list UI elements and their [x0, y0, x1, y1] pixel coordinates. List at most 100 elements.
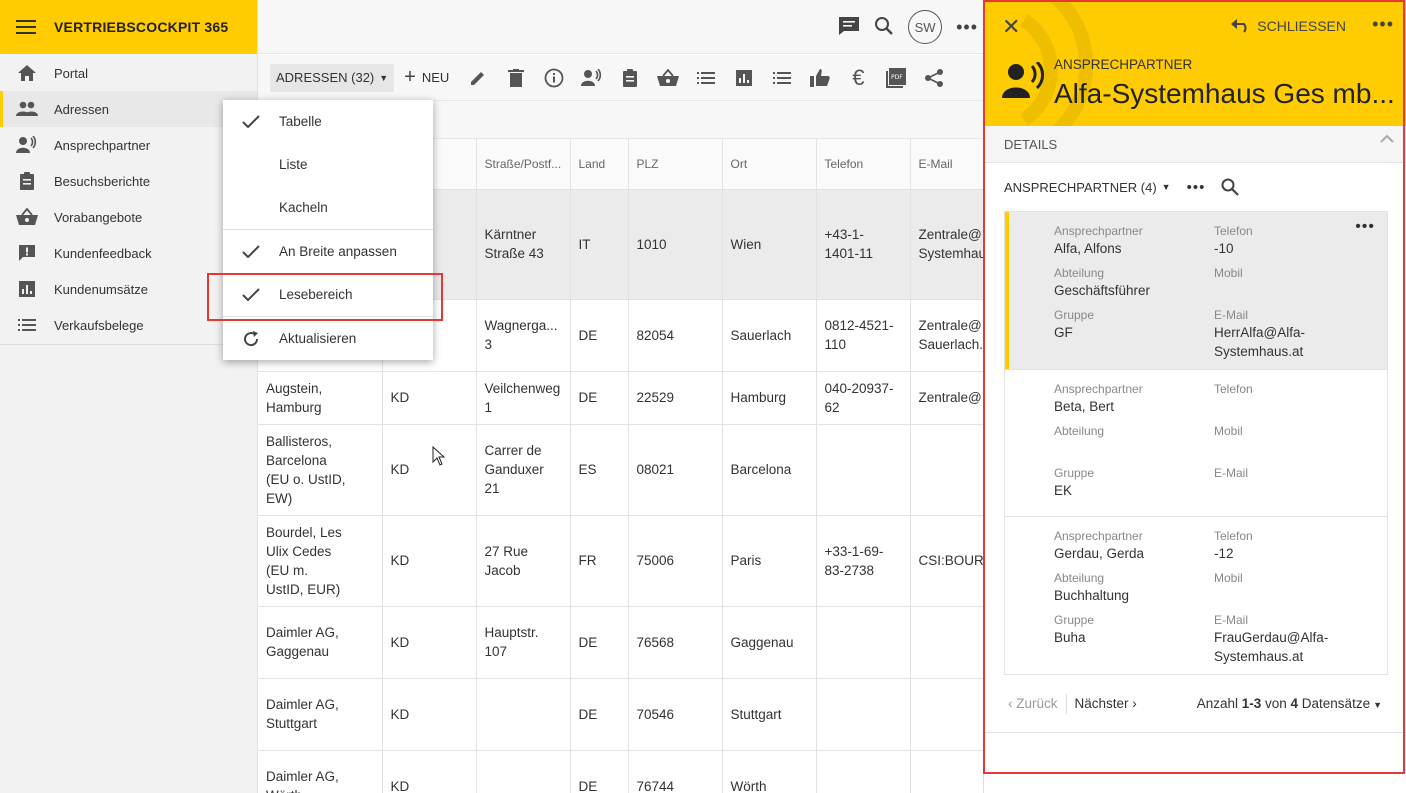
- field-label: Ansprechpartner: [1054, 224, 1143, 238]
- column-header[interactable]: PLZ: [628, 139, 723, 190]
- contact-voice-icon: [1002, 62, 1044, 98]
- avatar[interactable]: SW: [908, 10, 943, 44]
- field-label: Gruppe: [1054, 308, 1095, 322]
- view-dropdown-label: ADRESSEN (32): [276, 70, 375, 85]
- table-row[interactable]: Ballisteros, Barcelona (EU o. UstID, EW)…: [258, 424, 986, 516]
- search-icon[interactable]: [874, 16, 894, 39]
- sidebar-item-besuchsberichte[interactable]: Besuchsberichte: [0, 163, 257, 199]
- edit-icon[interactable]: [459, 63, 497, 93]
- cell-name: Daimler AG, Gaggenau: [258, 606, 383, 679]
- basket-icon[interactable]: [649, 63, 687, 93]
- share-icon[interactable]: [915, 63, 953, 93]
- euro-icon[interactable]: €: [839, 63, 877, 93]
- clipboard-icon[interactable]: [611, 63, 649, 93]
- contact-card[interactable]: ••• Ansprechpartner Alfa, Alfons Telefon -…: [1005, 212, 1387, 370]
- contact-voice-icon[interactable]: [573, 63, 611, 93]
- more-icon[interactable]: •••: [956, 17, 978, 38]
- menu-item-aktualisieren[interactable]: Aktualisieren: [223, 317, 433, 360]
- column-header[interactable]: Land: [570, 139, 629, 190]
- menu-item-liste[interactable]: Liste: [223, 143, 433, 186]
- sidebar-item-ansprechpartner[interactable]: Ansprechpartner: [0, 127, 257, 163]
- hamburger-menu-icon[interactable]: [16, 20, 36, 34]
- table-row[interactable]: Bourdel, Les Ulix Cedes (EU m. UstID, EU…: [258, 515, 986, 607]
- app-title: VERTRIEBSCOCKPIT 365: [54, 19, 229, 35]
- cell-city: Sauerlach: [722, 299, 817, 372]
- contact-email[interactable]: HerrAlfa@Alfa- Systemhaus.at: [1214, 323, 1374, 361]
- contact-card[interactable]: Ansprechpartner Gerdau, Gerda Telefon -12 …: [1005, 517, 1387, 674]
- caret-down-icon[interactable]: ▼: [1162, 182, 1171, 192]
- list-alt-icon[interactable]: [763, 63, 801, 93]
- sidebar-item-label: Kundenfeedback: [54, 245, 152, 261]
- count-total: 4: [1290, 696, 1299, 711]
- column-header[interactable]: Straße/Postf...: [476, 139, 571, 190]
- menu-item-label: Aktualisieren: [279, 331, 357, 346]
- list-icon[interactable]: [687, 63, 725, 93]
- field-label: E-Mail: [1214, 613, 1249, 627]
- cell-street: Veilchenweg 1: [476, 371, 571, 425]
- menu-item-kacheln[interactable]: Kacheln: [223, 186, 433, 229]
- panel-more-icon[interactable]: •••: [1372, 14, 1394, 35]
- cell-city: Paris: [722, 515, 817, 607]
- bar-chart-icon: [16, 280, 38, 298]
- sidebar-item-verkaufsbelege[interactable]: Verkaufsbelege: [0, 307, 257, 343]
- thumbs-up-icon[interactable]: [801, 63, 839, 93]
- new-button[interactable]: + NEU: [404, 66, 449, 89]
- brand-bar: VERTRIEBSCOCKPIT 365: [0, 0, 257, 54]
- menu-item-tabelle[interactable]: Tabelle: [223, 100, 433, 143]
- sidebar-item-portal[interactable]: Portal: [0, 55, 257, 91]
- delete-icon[interactable]: [497, 63, 535, 93]
- field-label: E-Mail: [1214, 308, 1249, 322]
- card-more-icon[interactable]: •••: [1355, 218, 1375, 236]
- contacts-dropdown-label[interactable]: ANSPRECHPARTNER (4): [1004, 180, 1157, 195]
- column-header[interactable]: Telefon: [816, 139, 911, 190]
- search-icon[interactable]: [1221, 178, 1240, 196]
- bar-chart-icon[interactable]: [725, 63, 763, 93]
- sidebar-item-vorabangebote[interactable]: Vorabangebote: [0, 199, 257, 235]
- cell-email: [910, 750, 986, 793]
- sidebar-item-kundenfeedback[interactable]: Kundenfeedback: [0, 235, 257, 271]
- cell-city: Wörth: [722, 750, 817, 793]
- cell-phone: [816, 606, 911, 679]
- menu-item-an-breite-anpassen[interactable]: An Breite anpassen: [223, 230, 433, 273]
- table-row[interactable]: Augstein, Hamburg KD Veilchenweg 1 DE 22…: [258, 371, 986, 425]
- info-icon[interactable]: [535, 63, 573, 93]
- cell-zip: 70546: [628, 678, 723, 751]
- cell-country: DE: [570, 606, 629, 679]
- record-count[interactable]: Anzahl 1-3 von 4 Datensätze ▼: [1197, 696, 1382, 711]
- column-header[interactable]: E-Mail: [910, 139, 986, 190]
- chat-icon[interactable]: [838, 16, 860, 39]
- field-label: Ansprechpartner: [1054, 529, 1143, 543]
- list-icon: [16, 316, 38, 334]
- field-label: Gruppe: [1054, 466, 1095, 480]
- cell-type: KD: [382, 750, 477, 793]
- caret-down-icon: ▼: [1373, 700, 1382, 710]
- table-row[interactable]: Daimler AG, Stuttgart KD DE 70546 Stuttg…: [258, 678, 986, 751]
- cell-email: [910, 424, 986, 516]
- field-label: Telefon: [1214, 224, 1253, 238]
- close-icon[interactable]: ✕: [1002, 14, 1020, 40]
- menu-item-lesebereich[interactable]: Lesebereich: [223, 273, 433, 316]
- table-row[interactable]: Daimler AG, Wörth KD DE 76744 Wörth: [258, 750, 986, 793]
- sidebar-item-kundenumsaetze[interactable]: Kundenumsätze: [0, 271, 257, 307]
- cell-name: Daimler AG, Stuttgart: [258, 678, 383, 751]
- cell-email: [910, 606, 986, 679]
- close-button[interactable]: SCHLIESSEN: [1231, 18, 1346, 34]
- cell-phone: +43-1- 1401-11: [816, 189, 911, 300]
- contacts-more-icon[interactable]: •••: [1187, 179, 1206, 196]
- table-row[interactable]: Daimler AG, Gaggenau KD Hauptstr. 107 DE…: [258, 606, 986, 679]
- sidebar-item-adressen[interactable]: Adressen: [0, 91, 257, 127]
- cell-email: Zentrale@ Sauerlach.: [910, 299, 986, 372]
- contact-email[interactable]: FrauGerdau@Alfa- Systemhaus.at: [1214, 628, 1374, 666]
- contact-dept: Buchhaltung: [1054, 588, 1130, 603]
- details-section-header[interactable]: DETAILS: [984, 126, 1406, 163]
- column-header[interactable]: Ort: [722, 139, 817, 190]
- contact-card[interactable]: Ansprechpartner Beta, Bert Telefon Abteil…: [1005, 370, 1387, 517]
- view-dropdown[interactable]: ADRESSEN (32) ▼: [270, 63, 395, 92]
- cell-name: Ballisteros, Barcelona (EU o. UstID, EW): [258, 424, 383, 516]
- cell-street: Carrer de Ganduxer 21: [476, 424, 571, 516]
- menu-item-label: Kacheln: [279, 200, 328, 215]
- cell-email: CSI:BOUR...: [910, 515, 986, 607]
- back-button[interactable]: ‹ Zurück: [1008, 696, 1058, 711]
- next-button[interactable]: Nächster ›: [1075, 696, 1137, 711]
- pdf-icon[interactable]: PDF: [877, 63, 915, 93]
